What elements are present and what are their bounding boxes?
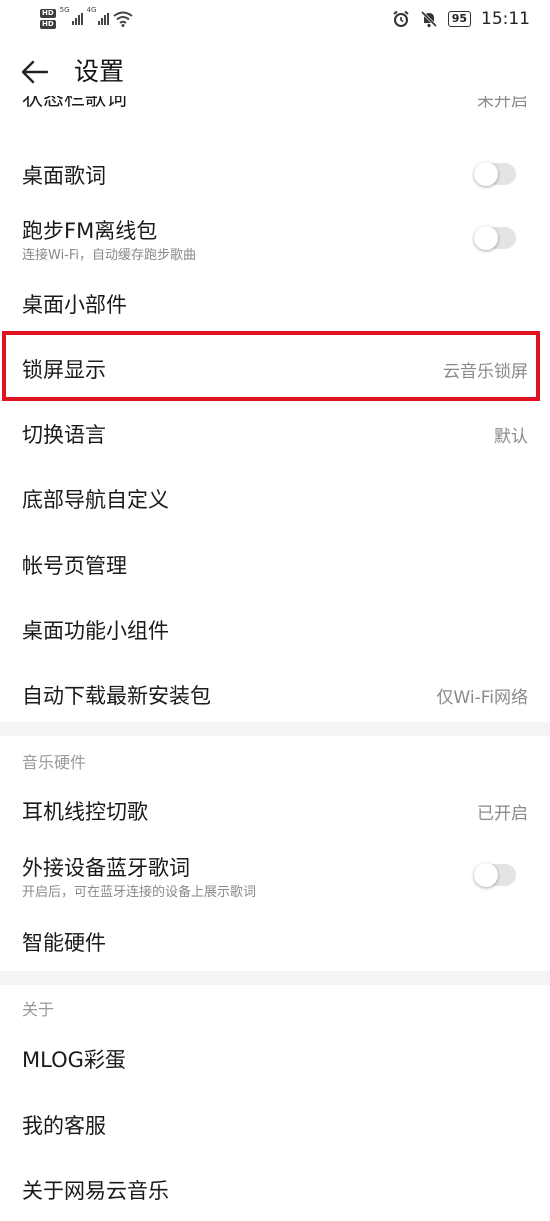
signal-icon-1 <box>71 13 83 25</box>
settings-row-mlog[interactable]: MLOG彩蛋 <box>0 1026 550 1090</box>
settings-row-smart-hardware[interactable]: 智能硬件 <box>0 909 550 971</box>
network-type-2: 4G <box>86 6 97 14</box>
row-label: 底部导航自定义 <box>22 488 169 512</box>
section-header-about: 关于 <box>22 1000 55 1019</box>
page-title: 设置 <box>74 57 125 86</box>
back-arrow-icon[interactable] <box>20 57 50 87</box>
wifi-icon <box>113 11 134 27</box>
status-right: 95 15:11 <box>392 9 530 29</box>
hd-badge-1: HD <box>40 9 56 18</box>
row-label: 耳机线控切歌 <box>22 800 148 824</box>
row-label: 桌面功能小组件 <box>22 619 169 643</box>
settings-row-bt-lyrics[interactable]: 外接设备蓝牙歌词 开启后，可在蓝牙连接的设备上展示歌词 <box>0 843 550 909</box>
row-label: 状态栏歌词 <box>22 96 127 110</box>
settings-row-earphone[interactable]: 耳机线控切歌 已开启 <box>0 778 550 842</box>
section-divider <box>0 722 550 736</box>
settings-row-auto-download[interactable]: 自动下载最新安装包 仅Wi-Fi网络 <box>0 662 550 722</box>
row-label: 自动下载最新安装包 <box>22 684 211 708</box>
top-bar: 设置 <box>0 50 550 96</box>
battery-icon: 95 <box>447 11 471 27</box>
settings-row-support[interactable]: 我的客服 <box>0 1092 550 1156</box>
settings-row-account-page[interactable]: 帐号页管理 <box>0 532 550 596</box>
row-label: 跑步FM离线包 <box>22 219 158 243</box>
row-sublabel: 连接Wi-Fi，自动缓存跑步歌曲 <box>22 248 197 263</box>
row-label: 外接设备蓝牙歌词 <box>22 856 190 880</box>
row-value: 未开启 <box>477 96 528 111</box>
row-label: 智能硬件 <box>22 931 106 955</box>
row-label: 桌面歌词 <box>22 164 106 188</box>
settings-row-lock-screen[interactable]: 锁屏显示 云音乐锁屏 <box>0 336 550 400</box>
run-fm-toggle[interactable] <box>474 226 516 250</box>
settings-row-run-fm[interactable]: 跑步FM离线包 连接Wi-Fi，自动缓存跑步歌曲 <box>0 206 550 272</box>
section-header-hardware: 音乐硬件 <box>22 753 87 772</box>
row-value: 已开启 <box>477 804 528 824</box>
row-value: 默认 <box>494 427 528 447</box>
hd-badge-2: HD <box>40 20 56 29</box>
bt-lyrics-toggle[interactable] <box>474 863 516 887</box>
settings-row-bottom-nav[interactable]: 底部导航自定义 <box>0 466 550 530</box>
clock: 15:11 <box>481 9 530 29</box>
row-label: MLOG彩蛋 <box>22 1048 126 1072</box>
row-label: 切换语言 <box>22 423 106 447</box>
settings-row-language[interactable]: 切换语言 默认 <box>0 401 550 465</box>
status-left: HD HD 5G 4G <box>40 4 134 34</box>
mute-bell-icon <box>420 10 437 28</box>
row-label: 我的客服 <box>22 1114 106 1138</box>
status-bar: HD HD 5G 4G 95 15:11 <box>0 0 550 40</box>
row-label: 锁屏显示 <box>22 358 106 382</box>
network-type-1: 5G <box>59 6 70 14</box>
row-sublabel: 开启后，可在蓝牙连接的设备上展示歌词 <box>22 885 257 900</box>
settings-row-desktop-widget[interactable]: 桌面小部件 <box>0 272 550 336</box>
row-label: 桌面小部件 <box>22 293 127 317</box>
settings-row-about-app[interactable]: 关于网易云音乐 <box>0 1157 550 1221</box>
alarm-icon <box>393 10 409 27</box>
row-label: 帐号页管理 <box>22 554 127 578</box>
desktop-lyrics-toggle[interactable] <box>474 162 516 186</box>
settings-row-desktop-func-widget[interactable]: 桌面功能小组件 <box>0 597 550 661</box>
settings-row-desktop-lyrics[interactable]: 桌面歌词 <box>0 141 550 206</box>
settings-row-status-lyrics[interactable]: 状态栏歌词 未开启 <box>0 96 550 134</box>
section-divider <box>0 971 550 985</box>
row-value: 云音乐锁屏 <box>443 362 528 382</box>
row-value: 仅Wi-Fi网络 <box>436 688 528 708</box>
signal-icon-2 <box>98 13 110 25</box>
row-label: 关于网易云音乐 <box>22 1179 169 1203</box>
